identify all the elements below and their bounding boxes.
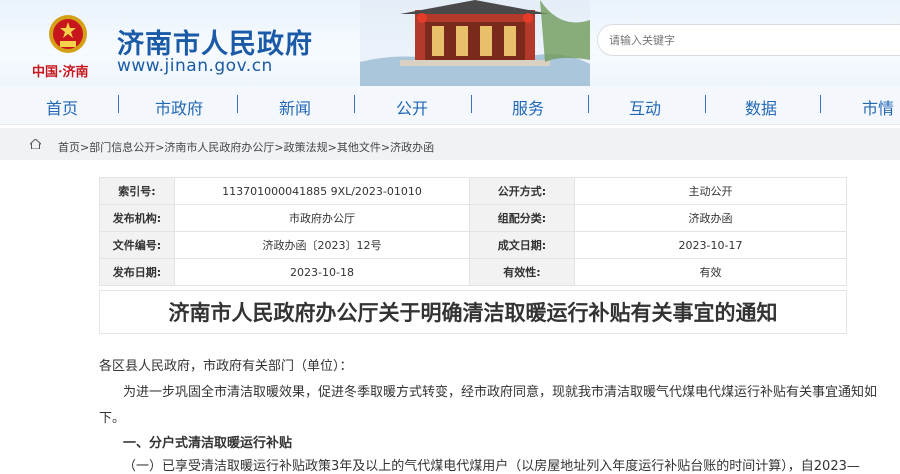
info-label: 组配分类: bbox=[469, 204, 575, 232]
section-heading: 一、分户式清洁取暖运行补贴 bbox=[123, 436, 293, 451]
info-label: 成文日期: bbox=[469, 231, 575, 259]
table-row: 发布日期: 2023-10-18 有效性: 有效 bbox=[99, 258, 847, 286]
info-value: 2023-10-17 bbox=[574, 231, 847, 259]
info-value: 2023-10-18 bbox=[174, 258, 470, 286]
info-label: 文件编号: bbox=[99, 231, 175, 259]
site-header: 济南市人民政府 www.jinan.gov.cn 中国·济南 bbox=[0, 0, 900, 86]
document-info-table: 索引号: 113701000041885 9XL/2023-01010 公开方式… bbox=[99, 177, 847, 286]
document-paragraph-continued: 下。 bbox=[99, 411, 126, 426]
site-url: www.jinan.gov.cn bbox=[117, 56, 273, 76]
nav-item-government[interactable]: 市政府 bbox=[155, 95, 203, 119]
nav-item-city-info[interactable]: 市情 bbox=[862, 95, 894, 119]
info-label: 有效性: bbox=[469, 258, 575, 286]
info-label: 发布日期: bbox=[99, 258, 175, 286]
nav-item-services[interactable]: 服务 bbox=[512, 95, 544, 119]
nav-item-data[interactable]: 数据 bbox=[745, 95, 777, 119]
table-row: 索引号: 113701000041885 9XL/2023-01010 公开方式… bbox=[99, 177, 847, 205]
document-paragraph: 为进一步巩固全市清洁取暖效果，促进冬季取暖方式转变，经市政府同意，现就我市清洁取… bbox=[123, 385, 878, 400]
breadcrumb[interactable]: 首页>部门信息公开>济南市人民政府办公厅>政策法规>其他文件>济政办函 bbox=[58, 139, 434, 155]
info-label: 发布机构: bbox=[99, 204, 175, 232]
info-label: 公开方式: bbox=[469, 177, 575, 205]
table-row: 文件编号: 济政办函〔2023〕12号 成文日期: 2023-10-17 bbox=[99, 231, 847, 259]
nav-item-disclosure[interactable]: 公开 bbox=[396, 95, 428, 119]
info-value: 主动公开 bbox=[574, 177, 847, 205]
info-value: 济政办函 bbox=[574, 204, 847, 232]
nav-separator bbox=[705, 95, 706, 113]
info-value: 有效 bbox=[574, 258, 847, 286]
pavilion-banner-image bbox=[360, 0, 590, 86]
info-value: 市政府办公厅 bbox=[174, 204, 470, 232]
nav-separator bbox=[237, 95, 238, 113]
info-value: 113701000041885 9XL/2023-01010 bbox=[174, 177, 470, 205]
nav-separator bbox=[118, 95, 119, 113]
main-nav: 首页 市政府 新闻 公开 服务 互动 数据 市情 bbox=[0, 86, 900, 125]
nav-separator bbox=[820, 95, 821, 113]
info-value: 济政办函〔2023〕12号 bbox=[174, 231, 470, 259]
search-box[interactable] bbox=[597, 24, 900, 56]
nav-item-home[interactable]: 首页 bbox=[46, 95, 78, 119]
table-row: 发布机构: 市政府办公厅 组配分类: 济政办函 bbox=[99, 204, 847, 232]
nav-item-news[interactable]: 新闻 bbox=[279, 95, 311, 119]
nav-separator bbox=[354, 95, 355, 113]
nav-separator bbox=[588, 95, 589, 113]
nav-separator bbox=[471, 95, 472, 113]
home-icon[interactable] bbox=[30, 139, 41, 149]
national-emblem-icon bbox=[49, 15, 87, 53]
document-paragraph: （一）已享受清洁取暖运行补贴政策3年及以上的气代煤电代煤用户（以房屋地址列入年度… bbox=[123, 459, 860, 474]
document-title: 济南市人民政府办公厅关于明确清洁取暖运行补贴有关事宜的通知 bbox=[99, 290, 847, 334]
document-salutation: 各区县人民政府，市政府有关部门（单位）： bbox=[99, 359, 353, 374]
info-label: 索引号: bbox=[99, 177, 175, 205]
nav-item-interaction[interactable]: 互动 bbox=[629, 95, 661, 119]
city-logo: 中国·济南 bbox=[32, 65, 89, 80]
search-input[interactable] bbox=[609, 34, 859, 47]
